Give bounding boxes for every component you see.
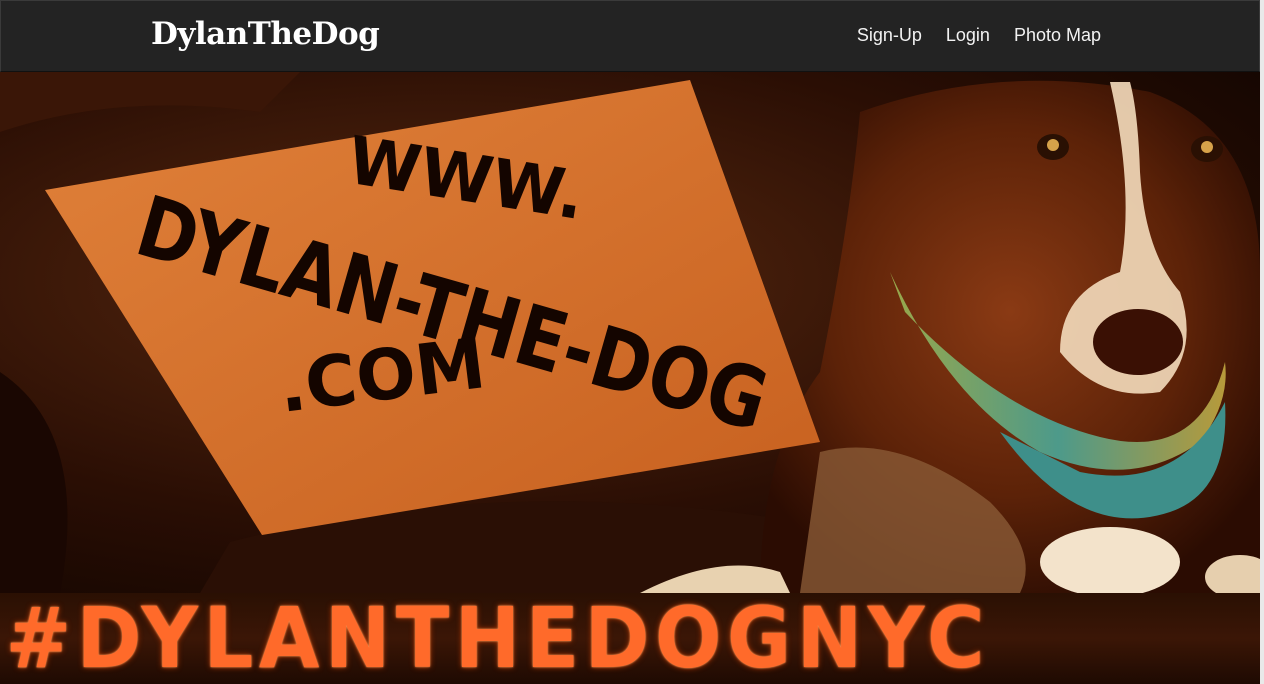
top-navbar: DylanTheDog Sign-Up Login Photo Map: [0, 0, 1260, 72]
couch-fold: [0, 72, 300, 132]
dog-eye-left-iris: [1047, 139, 1059, 151]
dog-eye-right-iris: [1201, 141, 1213, 153]
couch-shadow: [0, 372, 68, 593]
hero-photo-illustration: WWW. DYLAN-THE-DOG .COM: [0, 72, 1260, 593]
brand-logo-link[interactable]: DylanTheDog: [151, 14, 380, 54]
nav-links: Sign-Up Login Photo Map: [857, 23, 1101, 47]
hashtag-banner-text: #DYLANTHEDOGNYC: [5, 593, 990, 684]
nav-signup-link[interactable]: Sign-Up: [857, 23, 922, 47]
dog-nose: [1093, 309, 1183, 375]
hero-image: WWW. DYLAN-THE-DOG .COM: [0, 72, 1260, 593]
nav-photo-map-link[interactable]: Photo Map: [1014, 23, 1101, 47]
nav-login-link[interactable]: Login: [946, 23, 990, 47]
window-edge: [1260, 0, 1264, 684]
hashtag-banner: #DYLANTHEDOGNYC: [0, 593, 1260, 684]
